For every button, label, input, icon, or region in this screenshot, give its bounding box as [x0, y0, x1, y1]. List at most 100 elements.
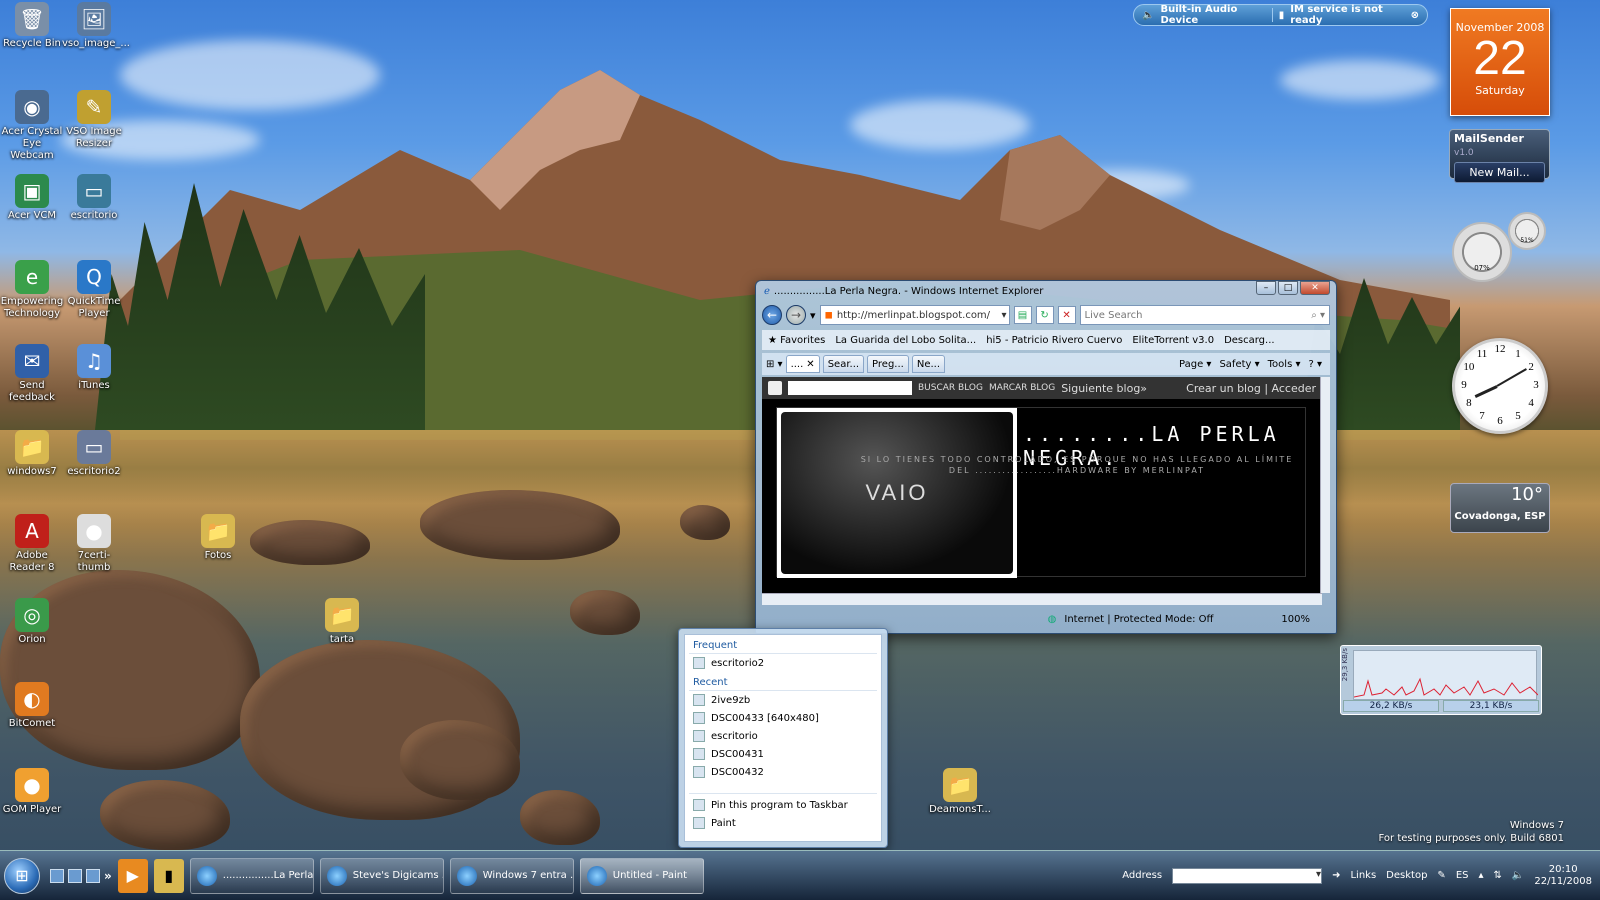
desktop-icon-0[interactable]: 🗑 Recycle Bin [0, 2, 64, 50]
vertical-scrollbar[interactable] [1320, 377, 1330, 593]
address-input[interactable]: ▾ [1172, 867, 1323, 884]
jump-list-item-label: DSC00432 [711, 766, 764, 778]
taskbar-button[interactable]: ................La Perla ... [189, 857, 314, 894]
command-menu[interactable]: Safety ▾ [1219, 359, 1259, 370]
new-mail-button[interactable]: New Mail... [1454, 162, 1545, 183]
browser-tab[interactable]: Preg... [867, 355, 909, 373]
search-blog-button[interactable]: BUSCAR BLOG [918, 383, 983, 393]
quick-tabs-icon[interactable]: ⊞ ▾ [766, 359, 783, 370]
tab-close-icon[interactable]: ✕ [806, 359, 814, 370]
chevron-down-icon[interactable]: ▾ [1316, 869, 1321, 883]
create-login-links[interactable]: Crear un blog | Acceder [1186, 382, 1316, 395]
ie-titlebar[interactable]: ℯ ................La Perla Negra. - Wind… [756, 281, 1336, 301]
desktop-icon-11[interactable]: ▭ escritorio2 [62, 430, 126, 478]
ram-meter-gadget[interactable]: 51% [1508, 212, 1546, 250]
jump-list-item[interactable]: Pin this program to Taskbar [685, 796, 881, 814]
tray-clock[interactable]: 20:10 22/11/2008 [1534, 864, 1592, 888]
desktop-icon-4[interactable]: ▣ Acer VCM [0, 174, 64, 222]
jump-list-item[interactable]: escritorio2 [685, 654, 881, 672]
jump-list-item[interactable]: DSC00431 [685, 745, 881, 763]
taskbar-button[interactable]: Steve's Digicams ... [319, 857, 444, 894]
desktop-icon-15[interactable]: ◎ Orion [0, 598, 64, 646]
forward-button[interactable]: → [786, 305, 806, 325]
go-arrow-icon[interactable]: ➜ [1332, 870, 1340, 881]
notification-bar[interactable]: 🔈 Built-in Audio Device ▮ IM service is … [1133, 4, 1428, 26]
command-menu[interactable]: Tools ▾ [1268, 359, 1301, 370]
compat-view-button[interactable]: ▤ [1013, 306, 1032, 324]
desktop-toolbar[interactable]: Desktop [1386, 870, 1427, 881]
blog-search-input[interactable] [788, 381, 912, 395]
tab-label: Ne... [916, 358, 941, 370]
browser-tab[interactable]: Ne... [911, 355, 946, 373]
jump-list-item[interactable]: 2ive9zb [685, 691, 881, 709]
chevron-right-icon[interactable]: » [104, 869, 112, 883]
switch-windows-icon[interactable] [68, 868, 82, 883]
favorite-link[interactable]: EliteTorrent v3.0 [1132, 335, 1214, 346]
network-meter-gadget[interactable]: 29,3 KB/s 26,2 KB/s 23,1 KB/s [1340, 645, 1542, 715]
favorite-link[interactable]: Descarg... [1224, 335, 1275, 346]
url-input[interactable]: ◼ http://merlinpat.blogspot.com/ ▾ [819, 305, 1010, 325]
browser-tab[interactable]: Sear... [822, 355, 865, 373]
desktop-icon-9[interactable]: ♫ iTunes [62, 344, 126, 392]
maximize-button[interactable]: □ [1278, 281, 1298, 295]
back-button[interactable]: ← [762, 305, 782, 325]
jump-list-item[interactable]: DSC00432 [685, 763, 881, 781]
favorites-button[interactable]: ★ Favorites [768, 335, 825, 346]
close-button[interactable]: ✕ [1300, 281, 1330, 295]
cpu-meter-gadget[interactable]: 07% [1452, 222, 1512, 282]
desktop-icon-14[interactable]: 📁 Fotos [186, 514, 250, 562]
browser-tab[interactable]: .... ✕ [785, 355, 820, 373]
search-input[interactable]: Live Search ⌕ ▾ [1079, 305, 1330, 325]
history-dropdown-icon[interactable]: ▾ [810, 309, 816, 322]
stop-button[interactable]: ✕ [1057, 306, 1076, 324]
jump-list-item[interactable]: escritorio [685, 727, 881, 745]
close-icon[interactable]: ⊗ [1411, 10, 1419, 21]
desktop-icon-12[interactable]: A Adobe Reader 8 [0, 514, 64, 574]
jump-list-item[interactable]: DSC00433 [640x480] [685, 709, 881, 727]
desktop-icon-5[interactable]: ▭ escritorio [62, 174, 126, 222]
desktop-icon-1[interactable]: 🖼 vso_image_... [62, 2, 130, 50]
desktop-icon-17[interactable]: ◐ BitComet [0, 682, 64, 730]
start-button[interactable]: ⊞ [4, 857, 40, 894]
weather-gadget[interactable]: 10° Covadonga, ESP [1450, 483, 1550, 533]
refresh-button[interactable]: ↻ [1035, 306, 1054, 324]
search-icon[interactable]: ⌕ ▾ [1311, 310, 1325, 321]
volume-icon[interactable]: 🔈 [1512, 870, 1524, 881]
desktop-icon-8[interactable]: ✉ Send feedback [0, 344, 64, 404]
desktop-icon-2[interactable]: ◉ Acer Crystal Eye Webcam [0, 90, 64, 162]
command-menu[interactable]: ? ▾ [1308, 359, 1322, 370]
calendar-gadget[interactable]: November 2008 22 Saturday [1450, 8, 1550, 116]
language-indicator[interactable]: ES [1456, 870, 1469, 881]
pen-input-icon[interactable]: ✎ [1437, 870, 1445, 881]
desktop-icon-18[interactable]: ● GOM Player [0, 768, 64, 816]
desktop-icon-3[interactable]: ✎ VSO Image Resizer [62, 90, 126, 150]
media-player-icon[interactable] [86, 868, 100, 883]
minimize-button[interactable]: – [1256, 281, 1276, 295]
network-icon[interactable]: ⇅ [1494, 870, 1502, 881]
links-toolbar[interactable]: Links [1350, 870, 1376, 881]
flag-blog-button[interactable]: MARCAR BLOG [989, 383, 1055, 393]
favorite-link[interactable]: hi5 - Patricio Rivero Cuervo [986, 335, 1122, 346]
blogger-logo-icon[interactable] [768, 381, 782, 395]
favorite-link[interactable]: La Guarida del Lobo Solita... [835, 335, 976, 346]
desktop-icon-13[interactable]: ● 7certi-thumb [62, 514, 126, 574]
next-blog-link[interactable]: Siguiente blog» [1061, 382, 1147, 395]
jump-list-item[interactable]: Paint [685, 814, 881, 832]
horizontal-scrollbar[interactable] [762, 593, 1322, 605]
taskbar-button[interactable]: Windows 7 entra ... [449, 857, 574, 894]
url-dropdown-icon[interactable]: ▾ [1002, 310, 1009, 321]
desktop-icon-7[interactable]: Q QuickTime Player [62, 260, 126, 320]
ie-window[interactable]: ℯ ................La Perla Negra. - Wind… [755, 280, 1337, 634]
media-player-pinned-icon[interactable]: ▶ [117, 858, 148, 893]
explorer-pinned-icon[interactable]: ▮ [153, 858, 184, 893]
desktop-icon-19[interactable]: 📁 DeamonsT... [928, 768, 992, 816]
tray-expand-icon[interactable]: ▴ [1478, 870, 1483, 881]
desktop-icon-6[interactable]: e Empowering Technology [0, 260, 64, 320]
zoom-level[interactable]: 100% [1281, 614, 1310, 625]
desktop-icon-10[interactable]: 📁 windows7 [0, 430, 64, 478]
clock-gadget[interactable]: 12 1 2 3 4 5 6 7 8 9 10 11 [1452, 338, 1548, 434]
desktop-icon-16[interactable]: 📁 tarta [310, 598, 374, 646]
taskbar-button[interactable]: Untitled - Paint [579, 857, 704, 894]
command-menu[interactable]: Page ▾ [1179, 359, 1211, 370]
show-desktop-icon[interactable] [50, 868, 64, 883]
